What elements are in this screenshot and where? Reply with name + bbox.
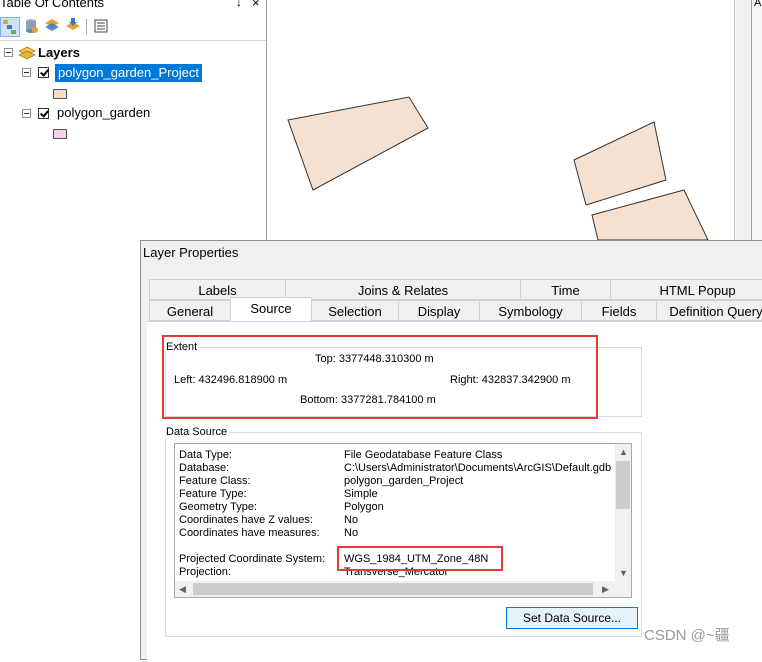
- set-data-source-button[interactable]: Set Data Source...: [506, 607, 638, 629]
- coordinate-system-highlight-box: [337, 546, 503, 571]
- tab-time[interactable]: Time: [520, 279, 611, 300]
- layer-item-polygon-garden-project[interactable]: polygon_garden_Project: [55, 64, 202, 82]
- list-by-visibility-icon[interactable]: [43, 17, 63, 37]
- dialog-title: Layer Properties: [143, 245, 239, 260]
- scroll-right-icon[interactable]: ▶: [602, 584, 609, 594]
- side-panel: A: [751, 0, 762, 240]
- tab-fields[interactable]: Fields: [581, 300, 657, 321]
- list-by-selection-icon[interactable]: [64, 17, 84, 37]
- ds-key: Coordinates have Z values:: [179, 514, 313, 526]
- ds-key: Feature Type:: [179, 488, 247, 500]
- ds-key: Geometry Type:: [179, 501, 258, 513]
- layer-symbol-swatch[interactable]: [53, 129, 67, 139]
- toc-title: Table Of Contents: [0, 0, 105, 10]
- scroll-left-icon[interactable]: ◀: [179, 584, 186, 594]
- ds-value: No: [344, 514, 359, 526]
- side-panel-letter: A: [754, 0, 762, 9]
- scroll-up-icon[interactable]: ▲: [619, 447, 628, 457]
- ds-key: Projection:: [179, 566, 231, 578]
- ds-value: No: [344, 527, 359, 539]
- layers-icon: [18, 44, 36, 65]
- tab-symbology[interactable]: Symbology: [479, 300, 582, 321]
- data-source-list[interactable]: Data Type: File Geodatabase Feature Clas…: [174, 443, 632, 598]
- ds-value: polygon_garden_Project: [344, 475, 464, 487]
- ds-value: Simple: [344, 488, 378, 500]
- tab-source[interactable]: Source: [230, 297, 312, 321]
- layer-symbol-swatch[interactable]: [53, 89, 67, 99]
- layer-visibility-checkbox[interactable]: [38, 67, 49, 78]
- data-source-group-label: Data Source: [164, 426, 230, 438]
- watermark: CSDN @~疆: [644, 627, 730, 644]
- pin-icon[interactable]: ↓: [236, 0, 242, 9]
- ds-key: Feature Class:: [179, 475, 251, 487]
- list-by-drawing-order-icon[interactable]: [0, 17, 20, 37]
- layers-root-label[interactable]: Layers: [38, 45, 80, 61]
- layer-visibility-checkbox[interactable]: [38, 108, 49, 119]
- extent-highlight-box: [162, 335, 598, 419]
- ds-key: Projected Coordinate System:: [179, 553, 326, 565]
- tab-general[interactable]: General: [149, 300, 231, 321]
- collapse-layer-toggle[interactable]: [22, 109, 31, 118]
- tab-selection[interactable]: Selection: [311, 300, 399, 321]
- ds-horizontal-scroll-thumb[interactable]: [193, 583, 593, 595]
- map-view[interactable]: [268, 0, 752, 241]
- close-icon[interactable]: ×: [252, 0, 260, 10]
- ds-value: C:\Users\Administrator\Documents\ArcGIS\…: [344, 462, 612, 474]
- toc-toolbar: [0, 14, 266, 41]
- ds-value: Polygon: [344, 501, 384, 513]
- ds-key: Database:: [179, 462, 230, 474]
- scroll-down-icon[interactable]: ▼: [619, 568, 628, 578]
- map-vertical-scrollbar[interactable]: [734, 0, 751, 240]
- collapse-layers-toggle[interactable]: [4, 48, 13, 57]
- tab-definition-query[interactable]: Definition Query: [656, 300, 762, 321]
- tab-html-popup[interactable]: HTML Popup: [610, 279, 762, 300]
- ds-vertical-scroll-thumb[interactable]: [616, 461, 630, 509]
- options-icon[interactable]: [92, 17, 112, 37]
- tab-display[interactable]: Display: [398, 300, 480, 321]
- layer-item-polygon-garden[interactable]: polygon_garden: [57, 105, 150, 121]
- list-by-source-icon[interactable]: [22, 17, 42, 37]
- table-of-contents-panel: Table Of Contents ↓ × Layers polygon_gar…: [0, 0, 267, 240]
- ds-key: Coordinates have measures:: [179, 527, 320, 539]
- collapse-layer-toggle[interactable]: [22, 68, 31, 77]
- ds-key: Data Type:: [179, 449, 232, 461]
- ds-value: File Geodatabase Feature Class: [344, 449, 503, 461]
- map-polygon: [287, 96, 429, 191]
- tab-joins-relates[interactable]: Joins & Relates: [285, 279, 521, 300]
- map-polygon: [573, 121, 667, 206]
